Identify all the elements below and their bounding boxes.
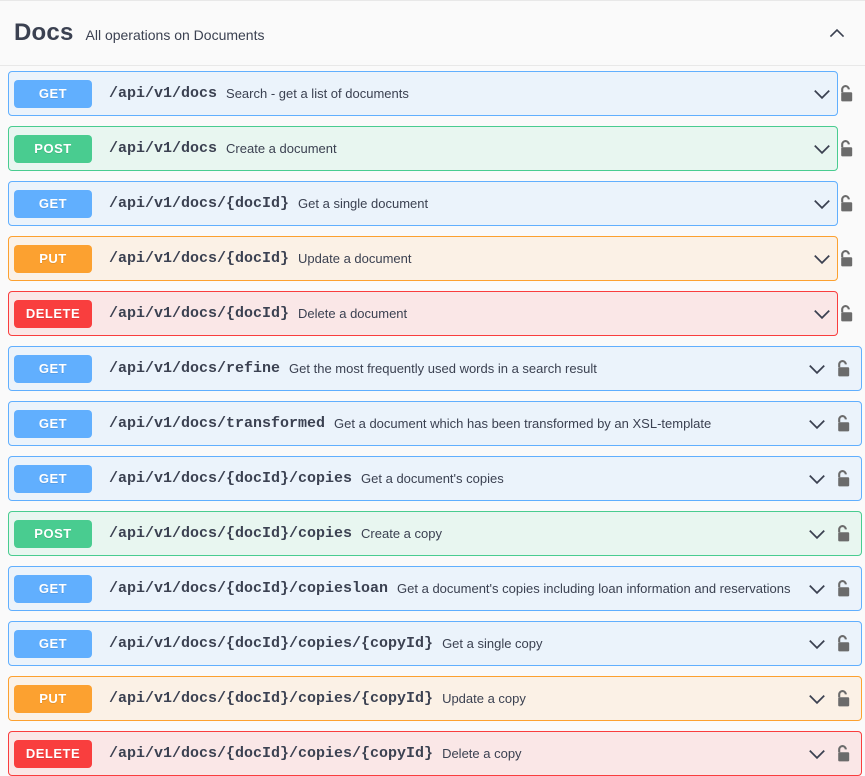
operation-summary: Get a document's copies	[361, 471, 504, 486]
method-badge-put: PUT	[14, 684, 92, 713]
method-badge-post: POST	[14, 519, 92, 548]
operation-path: /api/v1/docs/refine	[109, 360, 281, 377]
chevron-down-icon[interactable]	[811, 193, 833, 215]
operation-get-9[interactable]: GET/api/v1/docs/{docId}/copiesloan Get a …	[8, 566, 862, 611]
chevron-down-icon[interactable]	[806, 523, 828, 545]
unlocked-padlock-icon[interactable]	[832, 578, 854, 600]
operation-summary: Update a copy	[442, 691, 526, 706]
unlocked-padlock-icon[interactable]	[835, 192, 857, 214]
operation-row: GET/api/v1/docs Search - get a list of do…	[0, 66, 865, 121]
operation-path: /api/v1/docs/{docId}	[109, 195, 290, 212]
operation-row: GET/api/v1/docs/{docId}/copies Get a docu…	[0, 451, 865, 506]
operation-path: /api/v1/docs/{docId}/copies/{copyId}	[109, 635, 434, 652]
operation-get-0[interactable]: GET/api/v1/docs Search - get a list of do…	[8, 71, 838, 116]
chevron-down-icon[interactable]	[811, 138, 833, 160]
tag-title: Docs	[14, 19, 74, 46]
unlocked-padlock-icon[interactable]	[832, 468, 854, 490]
operation-summary: Search - get a list of documents	[226, 86, 409, 101]
operation-get-6[interactable]: GET/api/v1/docs/transformed Get a documen…	[8, 401, 862, 446]
operation-get-7[interactable]: GET/api/v1/docs/{docId}/copies Get a docu…	[8, 456, 862, 501]
operation-row: GET/api/v1/docs/transformed Get a documen…	[0, 396, 865, 451]
operation-row: POST/api/v1/docs/{docId}/copies Create a …	[0, 506, 865, 561]
chevron-down-icon[interactable]	[806, 688, 828, 710]
unlocked-padlock-icon[interactable]	[835, 302, 857, 324]
chevron-down-icon[interactable]	[811, 303, 833, 325]
chevron-down-icon[interactable]	[806, 468, 828, 490]
chevron-down-icon[interactable]	[806, 358, 828, 380]
operation-post-1[interactable]: POST/api/v1/docs Create a document	[8, 126, 838, 171]
operation-get-2[interactable]: GET/api/v1/docs/{docId} Get a single docu…	[8, 181, 838, 226]
unlocked-padlock-icon[interactable]	[832, 688, 854, 710]
operation-row: GET/api/v1/docs/{docId} Get a single docu…	[0, 176, 865, 231]
method-badge-post: POST	[14, 134, 92, 163]
chevron-down-icon[interactable]	[806, 633, 828, 655]
operation-path: /api/v1/docs/{docId}/copies/{copyId}	[109, 745, 434, 762]
tag-description: All operations on Documents	[85, 27, 265, 43]
operation-row: GET/api/v1/docs/{docId}/copies/{copyId} G…	[0, 616, 865, 671]
unlocked-padlock-icon[interactable]	[832, 633, 854, 655]
chevron-down-icon[interactable]	[806, 578, 828, 600]
operation-row: POST/api/v1/docs Create a document	[0, 121, 865, 176]
method-badge-delete: DELETE	[14, 739, 92, 768]
unlocked-padlock-icon[interactable]	[832, 413, 854, 435]
operation-summary: Delete a document	[298, 306, 408, 321]
unlocked-padlock-icon[interactable]	[835, 82, 857, 104]
operation-path: /api/v1/docs	[109, 140, 218, 157]
unlocked-padlock-icon[interactable]	[835, 247, 857, 269]
operation-summary: Get a single copy	[442, 636, 543, 651]
method-badge-delete: DELETE	[14, 299, 92, 328]
unlocked-padlock-icon[interactable]	[832, 523, 854, 545]
chevron-down-icon[interactable]	[811, 248, 833, 270]
operation-summary: Get a document which has been transforme…	[334, 416, 712, 431]
unlocked-padlock-icon[interactable]	[832, 358, 854, 380]
method-badge-get: GET	[14, 354, 92, 383]
method-badge-get: GET	[14, 574, 92, 603]
operation-row: DELETE/api/v1/docs/{docId}/copies/{copyI…	[0, 726, 865, 776]
operation-row: DELETE/api/v1/docs/{docId} Delete a docum…	[0, 286, 865, 341]
operation-path: /api/v1/docs/{docId}/copies	[109, 470, 353, 487]
method-badge-put: PUT	[14, 244, 92, 273]
operation-summary: Get a document's copies including loan i…	[397, 581, 791, 596]
operation-summary: Get a single document	[298, 196, 429, 211]
operation-row: PUT/api/v1/docs/{docId} Update a document	[0, 231, 865, 286]
chevron-down-icon[interactable]	[811, 83, 833, 105]
operation-path: /api/v1/docs/{docId}	[109, 305, 290, 322]
operation-summary: Delete a copy	[442, 746, 522, 761]
operations-list: GET/api/v1/docs Search - get a list of do…	[0, 66, 865, 776]
method-badge-get: GET	[14, 79, 92, 108]
chevron-down-icon[interactable]	[806, 413, 828, 435]
chevron-up-icon[interactable]	[827, 23, 847, 43]
operation-delete-12[interactable]: DELETE/api/v1/docs/{docId}/copies/{copyI…	[8, 731, 862, 776]
unlocked-padlock-icon[interactable]	[835, 137, 857, 159]
operation-put-11[interactable]: PUT/api/v1/docs/{docId}/copies/{copyId} U…	[8, 676, 862, 721]
operation-path: /api/v1/docs/{docId}/copies/{copyId}	[109, 690, 434, 707]
operation-row: GET/api/v1/docs/{docId}/copiesloan Get a …	[0, 561, 865, 616]
operation-path: /api/v1/docs/{docId}	[109, 250, 290, 267]
tag-header-docs[interactable]: Docs All operations on Documents	[0, 0, 865, 66]
operation-path: /api/v1/docs/transformed	[109, 415, 326, 432]
operation-summary: Create a copy	[361, 526, 442, 541]
chevron-down-icon[interactable]	[806, 743, 828, 765]
operation-summary: Update a document	[298, 251, 412, 266]
operation-path: /api/v1/docs/{docId}/copies	[109, 525, 353, 542]
method-badge-get: GET	[14, 409, 92, 438]
method-badge-get: GET	[14, 189, 92, 218]
operation-row: PUT/api/v1/docs/{docId}/copies/{copyId} U…	[0, 671, 865, 726]
api-tag-section: Docs All operations on Documents GET/api…	[0, 0, 865, 776]
operation-row: GET/api/v1/docs/refine Get the most frequ…	[0, 341, 865, 396]
operation-summary: Get the most frequently used words in a …	[289, 361, 597, 376]
operation-path: /api/v1/docs	[109, 85, 218, 102]
method-badge-get: GET	[14, 464, 92, 493]
operation-post-8[interactable]: POST/api/v1/docs/{docId}/copies Create a …	[8, 511, 862, 556]
operation-path: /api/v1/docs/{docId}/copiesloan	[109, 580, 389, 597]
unlocked-padlock-icon[interactable]	[832, 743, 854, 765]
method-badge-get: GET	[14, 629, 92, 658]
operation-put-3[interactable]: PUT/api/v1/docs/{docId} Update a document	[8, 236, 838, 281]
operation-get-5[interactable]: GET/api/v1/docs/refine Get the most frequ…	[8, 346, 862, 391]
operation-delete-4[interactable]: DELETE/api/v1/docs/{docId} Delete a docum…	[8, 291, 838, 336]
operation-summary: Create a document	[226, 141, 337, 156]
operation-get-10[interactable]: GET/api/v1/docs/{docId}/copies/{copyId} G…	[8, 621, 862, 666]
